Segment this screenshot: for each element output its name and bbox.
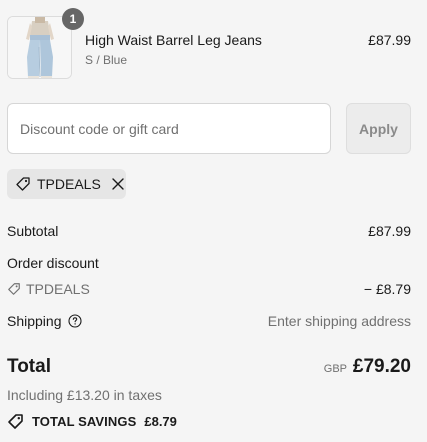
product-thumbnail [7,16,72,79]
savings-tag-icon [8,414,23,429]
order-discount-label: Order discount [7,255,99,271]
subtotal-value: £87.99 [368,223,411,239]
total-savings: TOTAL SAVINGS £8.79 [7,413,177,430]
product-name: High Waist Barrel Leg Jeans [85,32,262,48]
shipping-value: Enter shipping address [267,313,411,329]
order-discount-code: TPDEALS [7,281,90,297]
help-circle-icon[interactable] [67,314,82,328]
applied-discount-code: TPDEALS [37,176,101,192]
total-savings-label: TOTAL SAVINGS [32,414,137,429]
total-label: Total [7,356,51,377]
subtotal-label: Subtotal [7,223,59,239]
shipping-row: Shipping Enter shipping address [7,313,411,329]
applied-discount-chip: TPDEALS [7,169,126,199]
jeans-product-image [8,17,71,78]
order-discount-code-row: TPDEALS − £8.79 [7,281,411,297]
order-discount-value: − £8.79 [363,281,411,297]
shipping-label: Shipping [7,313,62,329]
tag-icon [8,283,20,295]
tax-note: Including £13.20 in taxes [7,387,162,403]
close-icon[interactable] [111,177,125,191]
line-item: 1 High Waist Barrel Leg Jeans S / Blue £… [7,8,411,79]
product-thumbnail-wrap: 1 [7,8,84,79]
order-discount-row: Order discount [7,255,411,271]
tag-icon [16,177,30,191]
quantity-badge: 1 [62,8,84,30]
discount-code-input[interactable] [7,103,331,154]
apply-button[interactable]: Apply [346,103,411,154]
total-value: £79.20 [352,356,411,377]
total-row: Total GBP £79.20 [7,355,411,381]
product-price: £87.99 [368,32,411,48]
subtotal-row: Subtotal £87.99 [7,223,411,239]
product-variant: S / Blue [85,53,128,67]
total-currency: GBP [323,363,347,375]
order-discount-code-text: TPDEALS [26,281,90,297]
total-savings-value: £8.79 [144,414,177,429]
shipping-label-wrap: Shipping [7,313,82,329]
